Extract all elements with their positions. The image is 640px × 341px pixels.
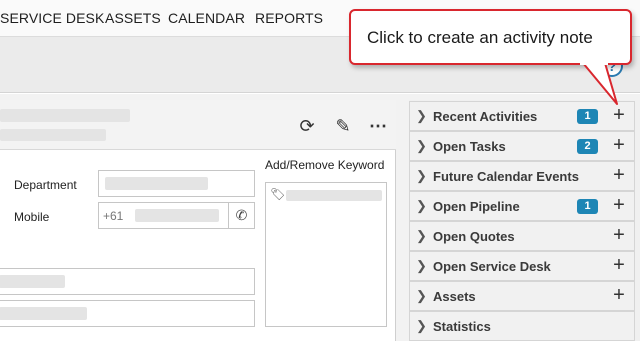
phone-icon[interactable]: ✆: [228, 203, 254, 228]
sidebar-item-label: Recent Activities: [433, 109, 538, 124]
address-line-1-field[interactable]: [0, 268, 255, 295]
address-line-2-redacted: [0, 307, 87, 320]
chevron-right-icon: ❯: [416, 138, 427, 153]
sidebar-item-label: Open Service Desk: [433, 259, 551, 274]
nav-assets[interactable]: ASSETS: [105, 10, 161, 26]
mobile-prefix: +61: [103, 209, 124, 223]
add-service-desk-button[interactable]: +: [610, 254, 628, 276]
address-line-1-redacted: [0, 275, 65, 288]
sidebar-item-label: Open Tasks: [433, 139, 506, 154]
sidebar-item-label: Future Calendar Events: [433, 169, 579, 184]
department-value-redacted: [105, 177, 208, 190]
sidebar-item-label: Open Pipeline: [433, 199, 520, 214]
chevron-right-icon: ❯: [416, 288, 427, 303]
sidebar-item-assets[interactable]: ❯ Assets +: [409, 281, 635, 311]
contact-subtitle-redacted: [0, 129, 106, 141]
mobile-field[interactable]: +61 ✆: [98, 202, 255, 229]
sidebar-item-open-tasks[interactable]: ❯ Open Tasks 2 +: [409, 131, 635, 161]
sidebar-item-open-quotes[interactable]: ❯ Open Quotes +: [409, 221, 635, 251]
nav-reports[interactable]: REPORTS: [255, 10, 323, 26]
chevron-right-icon: ❯: [416, 228, 427, 243]
address-line-2-field[interactable]: [0, 300, 255, 327]
count-badge: 2: [577, 139, 598, 154]
nav-service-desk[interactable]: SERVICE DESK: [0, 10, 104, 26]
callout-text: Click to create an activity note: [367, 28, 593, 47]
refresh-icon[interactable]: ⟳: [297, 116, 317, 136]
edit-icon[interactable]: ✎: [333, 116, 353, 136]
keyword-redacted: [286, 190, 382, 201]
more-icon[interactable]: ⋯: [368, 116, 388, 136]
sidebar-item-label: Statistics: [433, 319, 491, 334]
keywords-box[interactable]: 🏷: [265, 182, 387, 327]
mobile-label: Mobile: [14, 210, 50, 224]
count-badge: 1: [577, 199, 598, 214]
add-asset-button[interactable]: +: [610, 284, 628, 306]
department-label: Department: [14, 178, 77, 192]
sidebar-item-label: Assets: [433, 289, 476, 304]
mobile-value-redacted: [135, 209, 219, 222]
nav-calendar[interactable]: CALENDAR: [168, 10, 245, 26]
chevron-right-icon: ❯: [416, 198, 427, 213]
sidebar-item-label: Open Quotes: [433, 229, 515, 244]
sidebar-item-future-calendar-events[interactable]: ❯ Future Calendar Events +: [409, 161, 635, 191]
tooltip-callout: Click to create an activity note: [349, 9, 632, 65]
keywords-label[interactable]: Add/Remove Keyword: [265, 158, 384, 172]
chevron-right-icon: ❯: [416, 258, 427, 273]
add-calendar-event-button[interactable]: +: [610, 164, 628, 186]
tag-icon: 🏷: [270, 187, 286, 201]
department-field[interactable]: [98, 170, 255, 197]
sidebar-item-open-service-desk[interactable]: ❯ Open Service Desk +: [409, 251, 635, 281]
contact-panel: ⟳ ✎ ⋯ Department Mobile +61 ✆ Add/Remove…: [0, 100, 396, 341]
add-quote-button[interactable]: +: [610, 224, 628, 246]
contact-name-redacted: [0, 109, 130, 122]
callout-pointer: [580, 60, 618, 105]
add-pipeline-button[interactable]: +: [610, 194, 628, 216]
add-task-button[interactable]: +: [610, 134, 628, 156]
contact-header: ⟳ ✎ ⋯: [0, 100, 396, 150]
count-badge: 1: [577, 109, 598, 124]
sidebar-item-open-pipeline[interactable]: ❯ Open Pipeline 1 +: [409, 191, 635, 221]
chevron-right-icon: ❯: [416, 318, 427, 333]
chevron-right-icon: ❯: [416, 168, 427, 183]
sidebar-item-statistics[interactable]: ❯ Statistics: [409, 311, 635, 341]
chevron-right-icon: ❯: [416, 108, 427, 123]
